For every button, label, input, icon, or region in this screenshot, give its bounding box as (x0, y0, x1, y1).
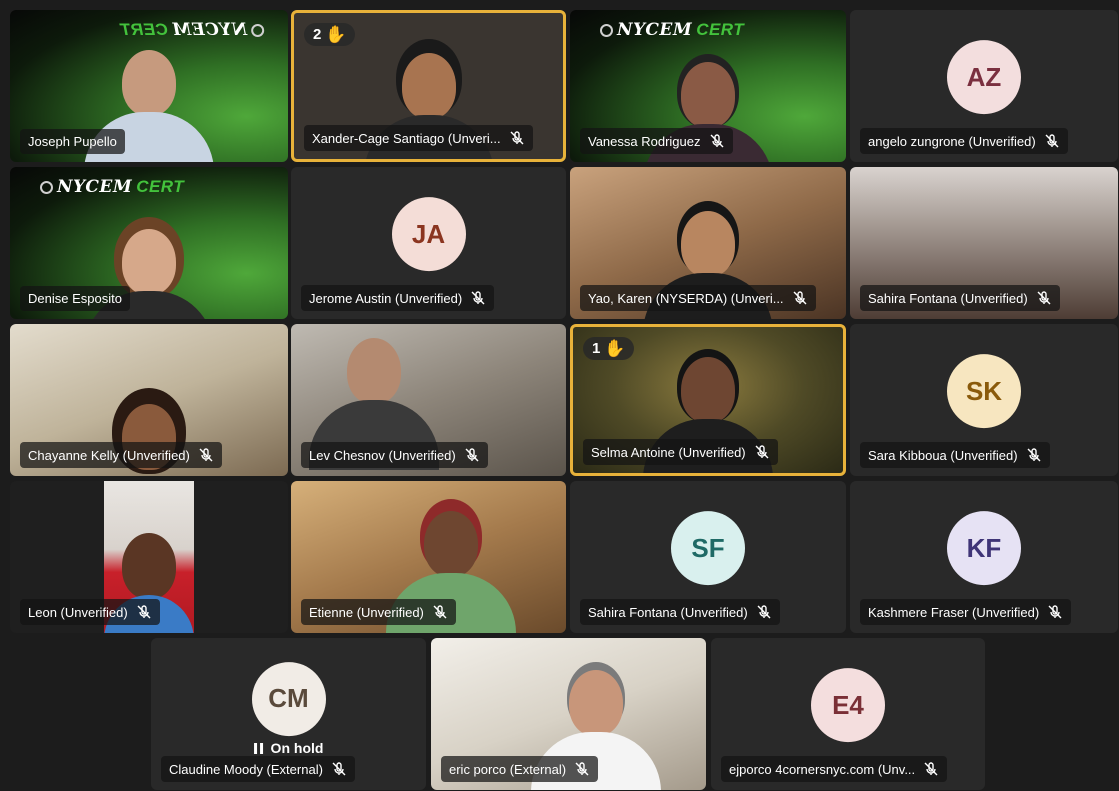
participant-name-tag: Jerome Austin (Unverified) (301, 285, 495, 311)
participant-name-tag: Selma Antoine (Unverified) (583, 439, 778, 465)
microphone-muted-icon (1027, 448, 1041, 462)
avatar: SK (947, 354, 1021, 429)
participant-name-tag: Lev Chesnov (Unverified) (301, 442, 488, 468)
participant-name-tag: Kashmere Fraser (Unverified) (860, 599, 1072, 625)
participant-name-tag: Sahira Fontana (Unverified) (580, 599, 780, 625)
participant-name-tag: Leon (Unverified) (20, 599, 160, 625)
participant-tile[interactable]: NYCEM CERT Vanessa Rodriguez (570, 10, 846, 162)
avatar: AZ (947, 40, 1021, 115)
participant-tile[interactable]: Etienne (Unverified) (291, 481, 566, 633)
participant-tile[interactable]: Chayanne Kelly (Unverified) (10, 324, 288, 476)
participant-tile[interactable]: Lev Chesnov (Unverified) (291, 324, 566, 476)
raised-hand-badge: 2 ✋ (304, 23, 355, 46)
microphone-muted-icon (332, 762, 346, 776)
pause-icon (253, 742, 263, 754)
microphone-muted-icon (793, 291, 807, 305)
banner-logo: NYCEM CERT (40, 177, 184, 197)
banner-program: CERT (696, 20, 745, 39)
banner-program: CERT (120, 20, 168, 39)
banner-org: NYCEM (171, 20, 248, 40)
participant-tile[interactable]: AZ angelo zungrone (Unverified) (850, 10, 1118, 162)
participant-name-tag: Chayanne Kelly (Unverified) (20, 442, 222, 468)
microphone-muted-icon (199, 448, 213, 462)
participant-tile[interactable]: Sahira Fontana (Unverified) (850, 167, 1118, 319)
participant-tile[interactable]: SF Sahira Fontana (Unverified) (570, 481, 846, 633)
avatar: CM (251, 662, 326, 737)
microphone-muted-icon (1048, 605, 1062, 619)
banner-program: CERT (136, 177, 185, 196)
microphone-muted-icon (465, 448, 479, 462)
participant-name-tag: ejporco 4cornersnyc.com (Unv... (721, 756, 948, 782)
microphone-muted-icon (1045, 134, 1059, 148)
participant-tile[interactable]: SK Sara Kibboua (Unverified) (850, 324, 1118, 476)
participant-name-tag: Xander-Cage Santiago (Unveri... (304, 125, 533, 151)
participant-tile[interactable]: Leon (Unverified) (10, 481, 288, 633)
avatar: E4 (811, 668, 885, 743)
participant-tile[interactable]: NYCEM CERT Joseph Pupello (10, 10, 288, 162)
participant-tile[interactable]: 1 ✋ Selma Antoine (Unverified) (570, 324, 846, 476)
raised-hand-icon: ✋ (604, 339, 626, 358)
microphone-muted-icon (1037, 291, 1051, 305)
microphone-muted-icon (510, 131, 524, 145)
participant-name-tag: eric porco (External) (441, 756, 599, 782)
participant-name-tag: Denise Esposito (20, 286, 130, 311)
banner-logo: NYCEM CERT (120, 20, 265, 40)
on-hold-status: On hold (253, 740, 323, 756)
microphone-muted-icon (575, 762, 589, 776)
participant-tile[interactable]: E4 ejporco 4cornersnyc.com (Unv... (711, 638, 985, 790)
microphone-muted-icon (710, 134, 723, 148)
microphone-muted-icon (757, 605, 771, 619)
participant-name-tag: Sahira Fontana (Unverified) (860, 285, 1060, 311)
microphone-muted-icon (924, 762, 938, 776)
participant-tile[interactable]: 2 ✋ Xander-Cage Santiago (Unveri... (291, 10, 566, 162)
participant-tile[interactable]: eric porco (External) (431, 638, 706, 790)
seal-icon (40, 180, 53, 194)
participant-tile[interactable]: KF Kashmere Fraser (Unverified) (850, 481, 1118, 633)
microphone-muted-icon (471, 291, 485, 305)
seal-icon (600, 23, 613, 37)
raised-hand-icon: ✋ (325, 25, 347, 44)
participant-name-tag: angelo zungrone (Unverified) (860, 128, 1068, 154)
avatar: JA (391, 197, 466, 272)
microphone-muted-icon (137, 605, 151, 619)
participant-tile[interactable]: NYCEM CERT Denise Esposito (10, 167, 288, 319)
participant-name-tag: Claudine Moody (External) (161, 756, 355, 782)
raised-hand-badge: 1 ✋ (583, 337, 634, 360)
banner-org: NYCEM (617, 20, 693, 40)
avatar: SF (671, 511, 745, 586)
participant-name-tag: Joseph Pupello (20, 129, 125, 154)
participant-name-tag: Etienne (Unverified) (301, 599, 456, 625)
avatar: KF (947, 511, 1021, 586)
banner-org: NYCEM (57, 177, 133, 197)
participant-tile[interactable]: Yao, Karen (NYSERDA) (Unveri... (570, 167, 846, 319)
seal-icon (251, 23, 265, 37)
participant-tile[interactable]: JA Jerome Austin (Unverified) (291, 167, 566, 319)
banner-logo: NYCEM CERT (600, 20, 744, 40)
participant-name-tag: Vanessa Rodriguez (580, 128, 733, 154)
participant-name-tag: Yao, Karen (NYSERDA) (Unveri... (580, 285, 816, 311)
microphone-muted-icon (433, 605, 447, 619)
microphone-muted-icon (755, 445, 769, 459)
participant-tile[interactable]: CM On hold Claudine Moody (External) (151, 638, 426, 790)
participant-name-tag: Sara Kibboua (Unverified) (860, 442, 1050, 468)
